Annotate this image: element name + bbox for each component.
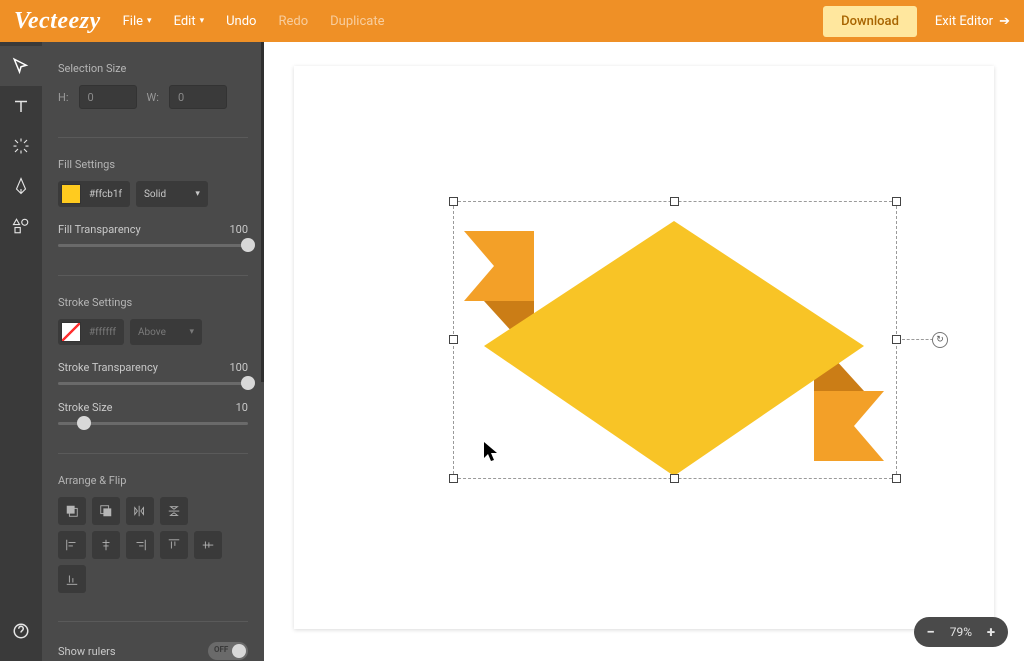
align-bottom-button[interactable] bbox=[58, 565, 86, 593]
properties-panel: Selection Size H: W: Fill Settings #ffcb… bbox=[42, 42, 264, 661]
resize-handle-tl[interactable] bbox=[449, 197, 458, 206]
align-center-h-button[interactable] bbox=[92, 531, 120, 559]
align-top-button[interactable] bbox=[160, 531, 188, 559]
fill-transparency-slider[interactable] bbox=[58, 244, 248, 247]
undo-button[interactable]: Undo bbox=[226, 14, 256, 29]
align-left-button[interactable] bbox=[58, 531, 86, 559]
fill-settings-label: Fill Settings bbox=[58, 158, 248, 171]
arrange-flip-label: Arrange & Flip bbox=[58, 474, 248, 487]
tool-sidebar bbox=[0, 42, 42, 661]
rotate-handle[interactable]: ↻ bbox=[932, 332, 948, 348]
text-tool[interactable] bbox=[0, 86, 42, 126]
help-button[interactable] bbox=[0, 611, 42, 651]
width-label: W: bbox=[147, 91, 159, 104]
toggle-off-label: OFF bbox=[214, 645, 228, 654]
edit-menu[interactable]: Edit▾ bbox=[174, 14, 205, 29]
send-backward-button[interactable] bbox=[58, 497, 86, 525]
selection-bounds[interactable]: ↻ bbox=[453, 201, 897, 479]
chevron-down-icon: ▾ bbox=[147, 16, 152, 26]
file-menu[interactable]: File▾ bbox=[123, 14, 152, 29]
slider-thumb[interactable] bbox=[77, 416, 91, 430]
arrow-right-icon: ➔ bbox=[999, 14, 1010, 29]
logo: Vecteezy bbox=[14, 8, 101, 35]
selection-size-label: Selection Size bbox=[58, 62, 248, 75]
height-label: H: bbox=[58, 91, 69, 104]
chevron-down-icon: ▾ bbox=[195, 189, 200, 199]
show-rulers-label: Show rulers bbox=[58, 645, 116, 658]
stroke-transparency-slider[interactable] bbox=[58, 382, 248, 385]
pen-tool[interactable] bbox=[0, 166, 42, 206]
flip-vertical-button[interactable] bbox=[160, 497, 188, 525]
chevron-down-icon: ▾ bbox=[200, 16, 205, 26]
show-rulers-toggle[interactable]: OFF bbox=[208, 642, 248, 660]
slider-thumb[interactable] bbox=[241, 238, 255, 252]
stroke-color-picker[interactable]: #ffffff bbox=[58, 319, 124, 345]
resize-handle-ml[interactable] bbox=[449, 335, 458, 344]
stroke-transparency-value: 100 bbox=[229, 361, 248, 374]
resize-handle-tm[interactable] bbox=[670, 197, 679, 206]
chevron-down-icon: ▾ bbox=[190, 327, 195, 337]
zoom-level: 79% bbox=[950, 625, 972, 639]
main-menu: File▾ Edit▾ Undo Redo Duplicate bbox=[123, 14, 385, 29]
canvas-area[interactable]: ↻ − 79% + bbox=[264, 42, 1024, 661]
flip-horizontal-button[interactable] bbox=[126, 497, 154, 525]
artboard[interactable]: ↻ bbox=[294, 66, 994, 629]
resize-handle-br[interactable] bbox=[892, 474, 901, 483]
fill-color-picker[interactable]: #ffcb1f bbox=[58, 181, 130, 207]
transform-tool[interactable] bbox=[0, 126, 42, 166]
stroke-position-dropdown[interactable]: Above▾ bbox=[130, 319, 202, 345]
bring-forward-button[interactable] bbox=[92, 497, 120, 525]
fill-transparency-label: Fill Transparency bbox=[58, 223, 141, 236]
stroke-transparency-label: Stroke Transparency bbox=[58, 361, 158, 374]
align-center-v-button[interactable] bbox=[194, 531, 222, 559]
shapes-tool[interactable] bbox=[0, 206, 42, 246]
stroke-settings-label: Stroke Settings bbox=[58, 296, 248, 309]
zoom-out-button[interactable]: − bbox=[924, 623, 938, 641]
stroke-swatch-icon bbox=[61, 322, 81, 342]
stroke-hex-value: #ffffff bbox=[89, 327, 116, 338]
top-bar: Vecteezy File▾ Edit▾ Undo Redo Duplicate… bbox=[0, 0, 1024, 42]
download-button[interactable]: Download bbox=[823, 6, 917, 37]
stroke-size-label: Stroke Size bbox=[58, 401, 112, 414]
stroke-size-slider[interactable] bbox=[58, 422, 248, 425]
toggle-knob bbox=[232, 644, 246, 658]
fill-transparency-value: 100 bbox=[229, 223, 248, 236]
fill-type-dropdown[interactable]: Solid▾ bbox=[136, 181, 208, 207]
align-right-button[interactable] bbox=[126, 531, 154, 559]
fill-hex-value: #ffcb1f bbox=[89, 189, 122, 200]
slider-thumb[interactable] bbox=[241, 376, 255, 390]
resize-handle-tr[interactable] bbox=[892, 197, 901, 206]
resize-handle-bl[interactable] bbox=[449, 474, 458, 483]
resize-handle-mr[interactable] bbox=[892, 335, 901, 344]
stroke-size-value: 10 bbox=[236, 401, 248, 414]
duplicate-button[interactable]: Duplicate bbox=[330, 14, 384, 29]
select-tool[interactable] bbox=[0, 46, 42, 86]
zoom-in-button[interactable]: + bbox=[984, 623, 998, 641]
exit-editor-button[interactable]: Exit Editor➔ bbox=[935, 14, 1010, 29]
height-input[interactable] bbox=[79, 85, 137, 109]
resize-handle-bm[interactable] bbox=[670, 474, 679, 483]
fill-swatch-icon bbox=[61, 184, 81, 204]
width-input[interactable] bbox=[169, 85, 227, 109]
zoom-control: − 79% + bbox=[914, 617, 1008, 647]
redo-button[interactable]: Redo bbox=[278, 14, 308, 29]
